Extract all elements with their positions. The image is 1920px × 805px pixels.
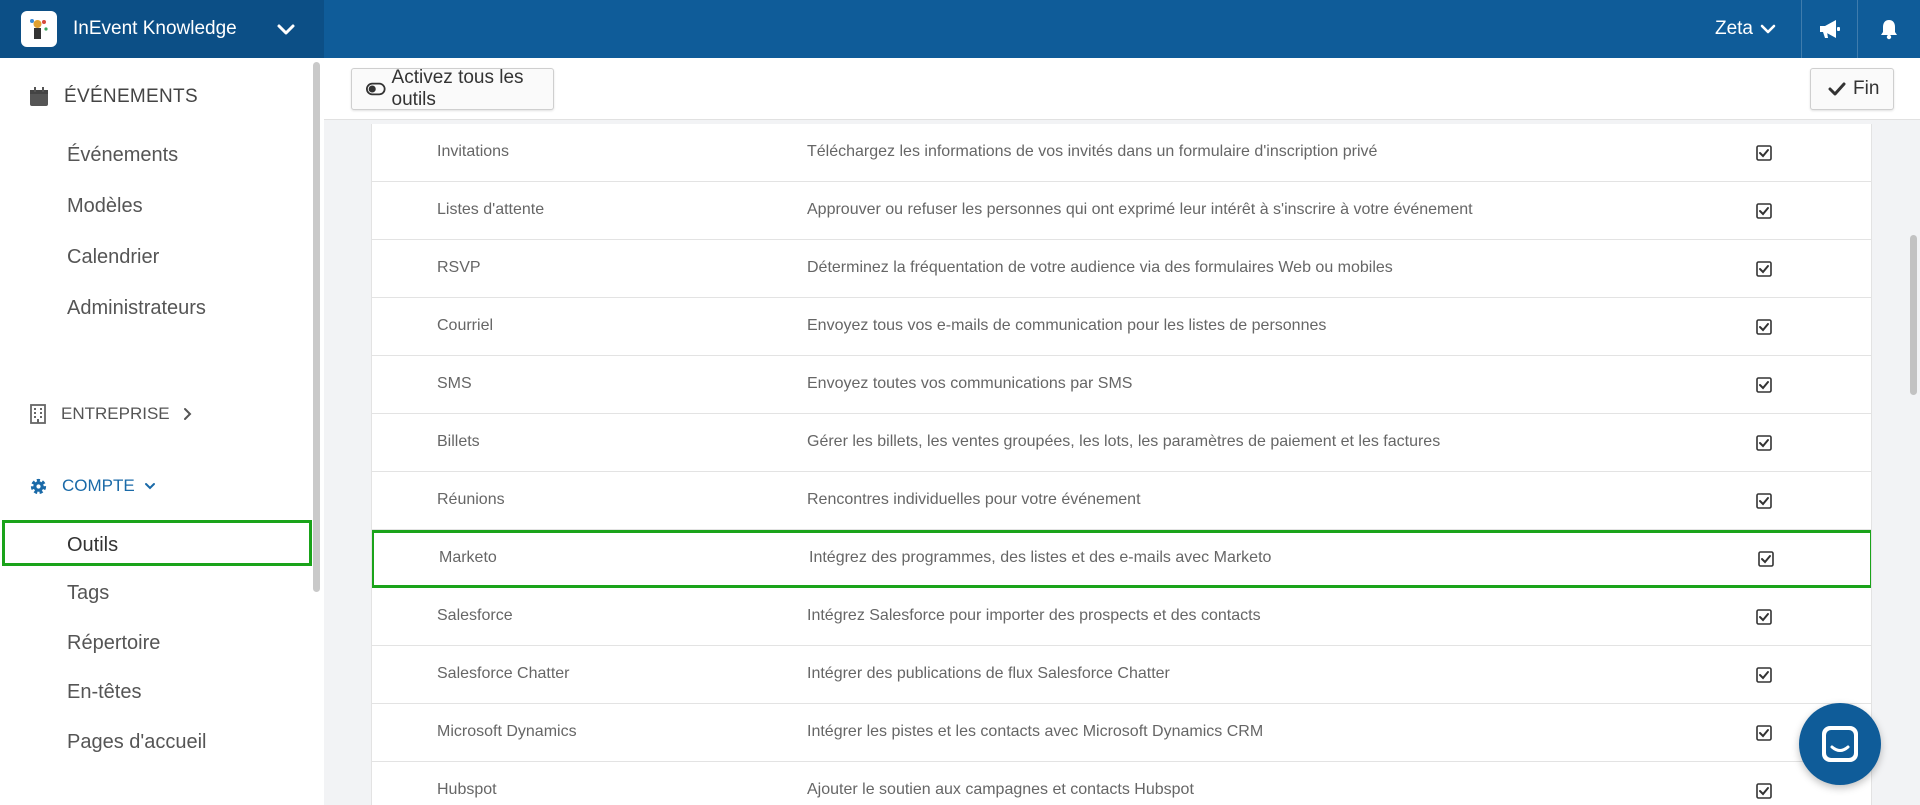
tool-row: Salesforce Chatter Intégrer des publicati… (372, 646, 1871, 704)
tool-enabled-checkbox[interactable] (1756, 377, 1772, 393)
sidebar-item-modeles[interactable]: Modèles (67, 195, 143, 218)
gear-icon (30, 478, 47, 494)
tool-description: Envoyez tous vos e-mails de communicatio… (807, 317, 1327, 334)
tool-name: Marketo (439, 549, 497, 566)
tool-name: Billets (437, 433, 480, 450)
toolbar: Activez tous les outils Fin (324, 58, 1920, 120)
tool-row: Hubspot Ajouter le soutien aux campagnes … (372, 762, 1871, 805)
chevron-down-icon (1760, 24, 1776, 34)
tool-enabled-checkbox[interactable] (1756, 435, 1772, 451)
topbar-actions: Zeta (1697, 0, 1920, 58)
tool-description: Rencontres individuelles pour votre évén… (807, 491, 1141, 508)
tool-enabled-checkbox[interactable] (1756, 145, 1772, 161)
tool-enabled-checkbox[interactable] (1756, 783, 1772, 799)
toggle-icon (366, 82, 386, 96)
building-icon (30, 404, 46, 424)
tool-name: RSVP (437, 259, 481, 276)
tool-description: Téléchargez les informations de vos invi… (807, 143, 1378, 160)
sidebar-scrollbar[interactable] (313, 62, 320, 592)
tool-enabled-checkbox[interactable] (1756, 725, 1772, 741)
tool-name: Hubspot (437, 781, 497, 798)
tool-description: Approuver ou refuser les personnes qui o… (807, 201, 1473, 218)
check-icon (1828, 82, 1846, 96)
sidebar-section-label: COMPTE (62, 476, 135, 495)
sidebar-item-tags[interactable]: Tags (67, 582, 109, 605)
toggle-all-tools-button[interactable]: Activez tous les outils (351, 67, 554, 110)
tool-name: Invitations (437, 143, 510, 160)
sidebar-item-administrateurs[interactable]: Administrateurs (67, 297, 206, 320)
tool-name: Courriel (437, 317, 494, 334)
tool-row: Salesforce Intégrez Salesforce pour impor… (372, 588, 1871, 646)
sidebar-section-label: ENTREPRISE (61, 404, 170, 423)
done-button[interactable]: Fin (1810, 68, 1894, 110)
sidebar-section-account[interactable]: COMPTE (29, 476, 157, 496)
tool-enabled-checkbox[interactable] (1756, 261, 1772, 277)
tool-row: Billets Gérer les billets, les ventes gro… (372, 414, 1871, 472)
chat-icon (1822, 726, 1858, 762)
sidebar-item-evenements[interactable]: Événements (67, 144, 178, 167)
user-name: Zeta (1714, 18, 1753, 39)
tool-description: Ajouter le soutien aux campagnes et cont… (807, 781, 1194, 798)
tool-name: Listes d'attente (437, 201, 545, 218)
tool-row: Courriel Envoyez tous vos e-mails de comm… (372, 298, 1871, 356)
done-label: Fin (1853, 78, 1880, 99)
sidebar-item-outils[interactable]: Outils (2, 520, 312, 566)
notifications-button[interactable] (1858, 0, 1920, 58)
tool-enabled-checkbox[interactable] (1756, 667, 1772, 683)
sidebar-item-en-tetes[interactable]: En-têtes (67, 681, 141, 704)
tool-description: Intégrer des publications de flux Salesf… (807, 665, 1170, 682)
chevron-down-icon[interactable] (275, 18, 297, 40)
app-logo (21, 11, 57, 47)
tool-enabled-checkbox[interactable] (1758, 551, 1774, 567)
sidebar-item-pages-accueil[interactable]: Pages d'accueil (67, 731, 206, 754)
tool-name: Microsoft Dynamics (437, 723, 577, 740)
sidebar-item-label: Outils (67, 534, 119, 556)
tool-name: SMS (437, 375, 472, 392)
chevron-down-icon (144, 483, 155, 490)
tool-enabled-checkbox[interactable] (1756, 609, 1772, 625)
brand-switcher[interactable]: InEvent Knowledge (0, 0, 324, 58)
chevron-right-icon (183, 408, 192, 420)
tool-row: Microsoft Dynamics Intégrer les pistes et… (372, 704, 1871, 762)
tools-table: Invitations Téléchargez les informations … (371, 124, 1872, 805)
tool-enabled-checkbox[interactable] (1756, 319, 1772, 335)
toggle-all-tools-label: Activez tous les outils (391, 67, 524, 110)
tool-name: Réunions (437, 491, 505, 508)
sidebar-item-calendrier[interactable]: Calendrier (67, 246, 159, 269)
user-menu[interactable]: Zeta (1697, 0, 1802, 58)
tool-row: SMS Envoyez toutes vos communications par… (372, 356, 1871, 414)
app-name: InEvent Knowledge (73, 18, 237, 39)
tool-name: Salesforce (437, 607, 513, 624)
tool-row: Réunions Rencontres individuelles pour vo… (372, 472, 1871, 530)
tool-description: Intégrer les pistes et les contacts avec… (807, 723, 1264, 740)
sidebar-section-events[interactable]: ÉVÉNEMENTS (29, 86, 198, 108)
tool-row: Invitations Téléchargez les informations … (372, 124, 1871, 182)
megaphone-icon (1819, 20, 1840, 38)
sidebar-item-repertoire[interactable]: Répertoire (67, 632, 160, 655)
tool-description: Intégrez Salesforce pour importer des pr… (807, 607, 1261, 624)
tool-description: Envoyez toutes vos communications par SM… (807, 375, 1133, 392)
bell-icon (1881, 20, 1897, 40)
tool-description: Déterminez la fréquentation de votre aud… (807, 259, 1393, 276)
chat-button[interactable] (1799, 703, 1881, 785)
tool-description: Intégrez des programmes, des listes et d… (809, 549, 1272, 566)
tool-name: Salesforce Chatter (437, 665, 570, 682)
tool-enabled-checkbox[interactable] (1756, 493, 1772, 509)
tool-description: Gérer les billets, les ventes groupées, … (807, 433, 1441, 450)
sidebar: ÉVÉNEMENTS Événements Modèles Calendrier… (0, 58, 324, 805)
calendar-icon (30, 87, 48, 106)
page-scrollbar[interactable] (1910, 235, 1917, 395)
tool-enabled-checkbox[interactable] (1756, 203, 1772, 219)
tool-row: RSVP Déterminez la fréquentation de votre… (372, 240, 1871, 298)
tool-row: Listes d'attente Approuver ou refuser les… (372, 182, 1871, 240)
sidebar-section-company[interactable]: ENTREPRISE (30, 404, 194, 424)
announcements-button[interactable] (1802, 0, 1858, 58)
tool-row: Marketo Intégrez des programmes, des list… (372, 530, 1871, 588)
sidebar-section-label: ÉVÉNEMENTS (64, 86, 198, 107)
top-bar: InEvent Knowledge Zeta (0, 0, 1920, 58)
